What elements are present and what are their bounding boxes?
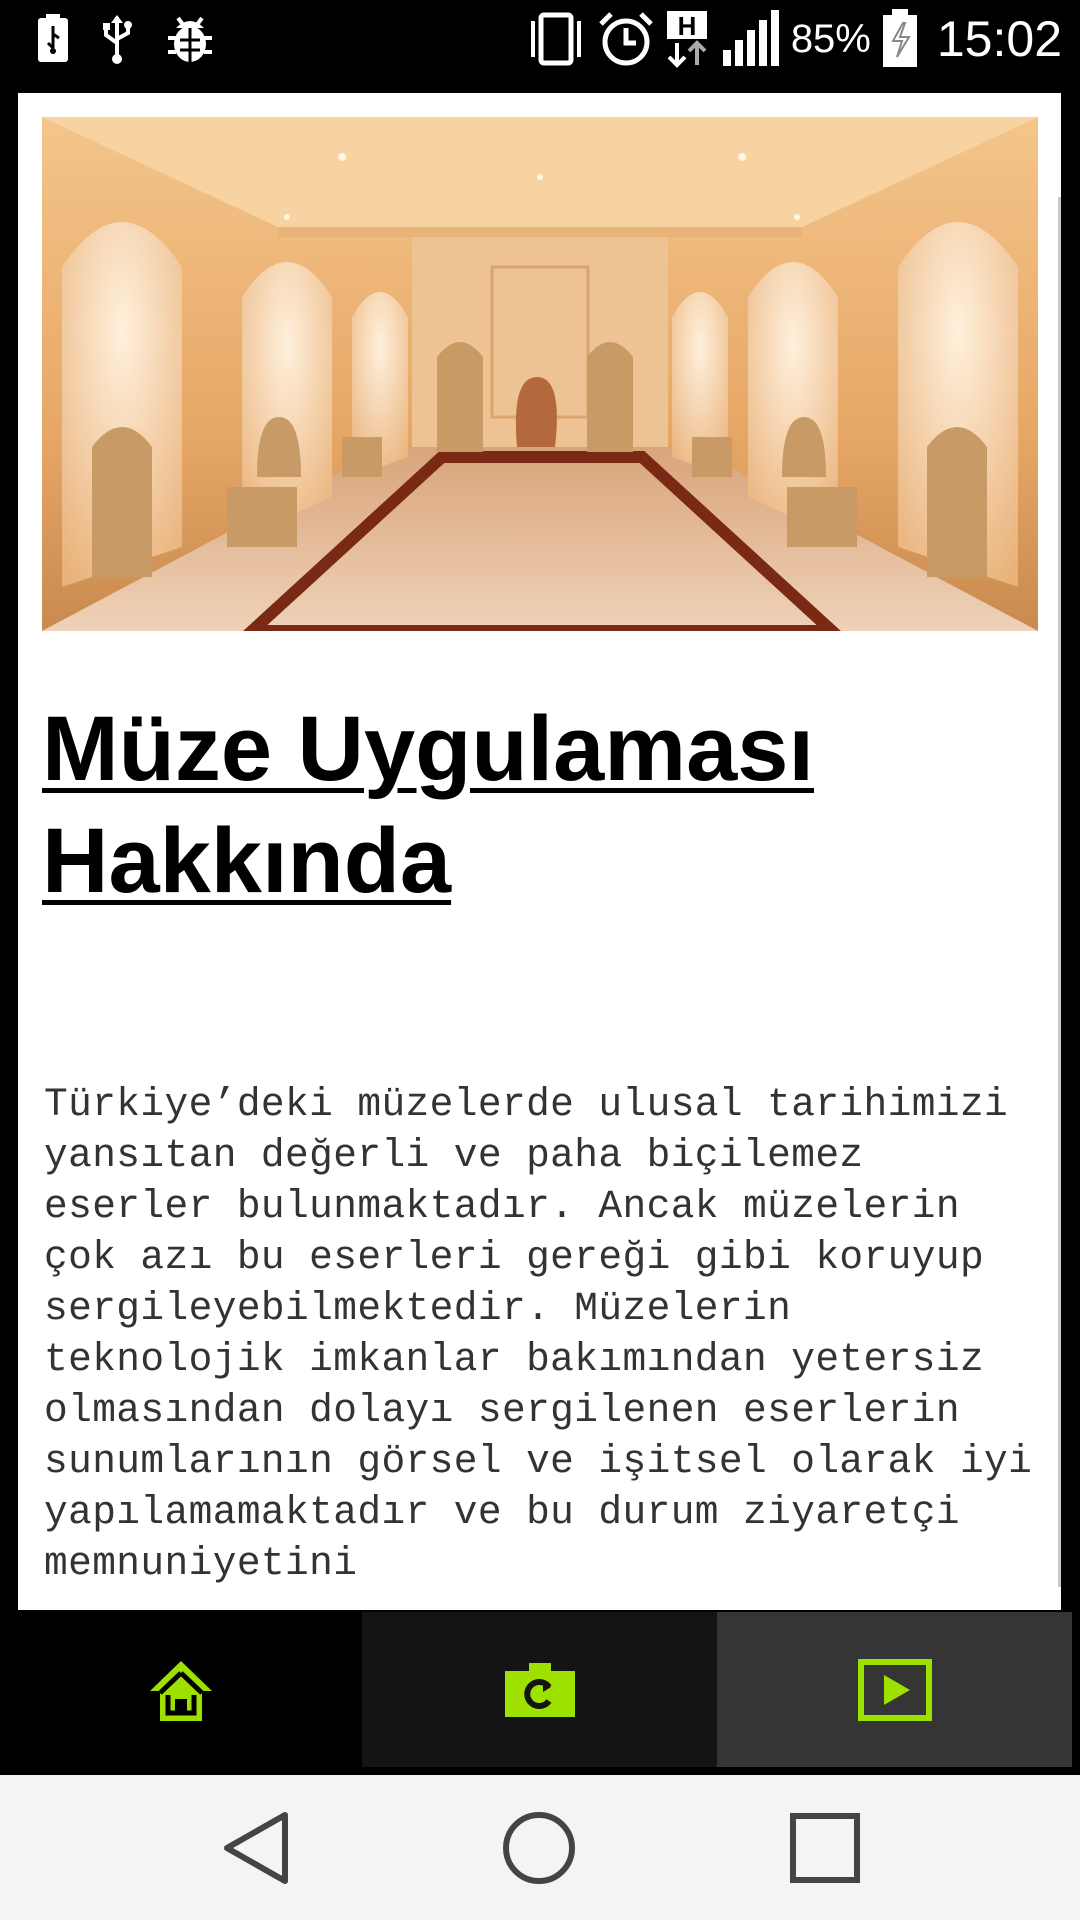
recents-icon [790, 1812, 860, 1883]
recents-button[interactable] [745, 1775, 905, 1920]
home-icon [150, 1660, 212, 1721]
battery-icon [882, 9, 917, 67]
play-video-icon [857, 1658, 932, 1721]
home-nav-button[interactable] [459, 1775, 619, 1920]
scrollbar[interactable] [1058, 197, 1061, 1587]
about-text: Türkiye’deki müzelerde ulusal tarihimizi… [44, 1082, 1057, 1586]
usb-icon [103, 15, 132, 64]
page-title: Müze Uygulaması Hakkında [42, 698, 814, 912]
debug-bug-icon [168, 16, 212, 62]
tab-home[interactable] [0, 1612, 362, 1767]
usb-storage-icon [38, 14, 68, 62]
content-scroll-view[interactable]: Müze Uygulaması Hakkında Türkiye’deki mü… [18, 93, 1061, 1610]
vibrate-icon [530, 12, 581, 66]
tab-video[interactable] [717, 1612, 1072, 1767]
status-bar: H 85% 15:02 [0, 0, 1080, 78]
system-status-icons: H 85% 15:02 [525, 6, 1062, 72]
system-navigation-bar [0, 1775, 1080, 1920]
battery-percent: 85% [790, 16, 871, 61]
svg-text:H: H [677, 11, 696, 41]
back-button[interactable] [176, 1775, 336, 1920]
camera-switch-icon [504, 1662, 575, 1717]
clock: 15:02 [936, 11, 1062, 67]
h-network-icon: H [666, 11, 707, 68]
alarm-icon [599, 12, 653, 66]
bottom-tab-bar [0, 1610, 1080, 1768]
back-icon [224, 1811, 288, 1884]
home-circle-icon [503, 1811, 575, 1884]
museum-hall-photo [42, 117, 1038, 631]
tab-camera[interactable] [362, 1612, 717, 1767]
signal-icon [722, 10, 779, 66]
notification-icons [36, 10, 216, 68]
